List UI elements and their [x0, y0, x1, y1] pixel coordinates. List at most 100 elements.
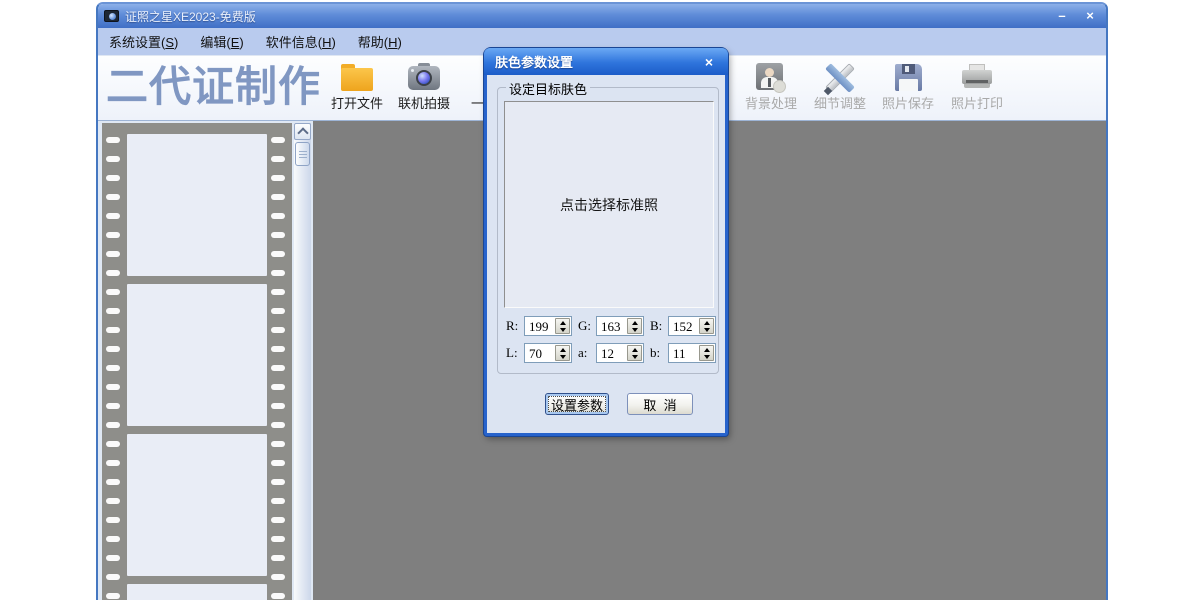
- toolbar-button-background[interactable]: 背景处理: [731, 59, 811, 119]
- skin-color-settings-dialog: 肤色参数设置 × 设定目标肤色 点击选择标准照 R: 199 G: 163 B:: [484, 48, 728, 436]
- film-perforation: [106, 213, 120, 219]
- film-perforation: [106, 422, 120, 428]
- window-titlebar[interactable]: 证照之星XE2023-免费版 – ×: [98, 4, 1106, 28]
- filmstrip: [102, 123, 292, 600]
- film-perforation: [106, 384, 120, 390]
- arrow-up-icon: [632, 348, 638, 352]
- scrollbar-thumb[interactable]: [295, 142, 310, 166]
- film-perforation: [271, 574, 285, 580]
- cancel-button[interactable]: 取 消: [627, 393, 693, 415]
- film-perforation: [106, 365, 120, 371]
- filmstrip-frame: [127, 584, 267, 600]
- arrow-up-icon: [632, 321, 638, 325]
- menu-item-edit[interactable]: 编辑(E): [197, 30, 246, 53]
- spinner-a: a: 12: [578, 343, 644, 363]
- camera-icon: [408, 63, 440, 92]
- film-perforation: [106, 403, 120, 409]
- film-perforation: [271, 384, 285, 390]
- arrow-down-icon: [560, 355, 566, 359]
- chevron-up-icon: [297, 127, 308, 138]
- spinner-B-value[interactable]: 152: [669, 317, 698, 335]
- film-perforation: [106, 137, 120, 143]
- sidebar-scrollbar[interactable]: [294, 123, 311, 600]
- film-perforation: [271, 517, 285, 523]
- film-perforation: [271, 536, 285, 542]
- spinner-G-value[interactable]: 163: [597, 317, 626, 335]
- arrow-down-icon: [632, 328, 638, 332]
- film-perforation: [271, 346, 285, 352]
- film-perforation-column: [106, 137, 120, 600]
- menu-item-help[interactable]: 帮助(H): [355, 30, 405, 53]
- spinner-b-value[interactable]: 11: [669, 344, 698, 362]
- menu-item-system-settings[interactable]: 系统设置(S): [106, 30, 181, 53]
- floppy-save-icon: [895, 64, 922, 91]
- film-perforation: [106, 232, 120, 238]
- spinner-G-arrows[interactable]: [627, 318, 642, 334]
- scroll-up-button[interactable]: [294, 123, 311, 140]
- focus-ring: [548, 396, 606, 412]
- menu-item-software-info[interactable]: 软件信息(H): [263, 30, 339, 53]
- spinner-b-arrows[interactable]: [699, 345, 714, 361]
- film-perforation: [271, 365, 285, 371]
- set-parameters-button[interactable]: 设置参数: [545, 393, 609, 415]
- app-camera-icon: [104, 10, 119, 22]
- film-perforation: [271, 593, 285, 599]
- arrow-up-icon: [560, 348, 566, 352]
- film-perforation: [271, 422, 285, 428]
- film-perforation: [271, 555, 285, 561]
- thumbnail-sidebar: [98, 121, 313, 600]
- film-perforation: [271, 194, 285, 200]
- film-perforation: [106, 517, 120, 523]
- film-perforation: [106, 536, 120, 542]
- minimize-icon[interactable]: –: [1052, 6, 1072, 26]
- spinner-R-value[interactable]: 199: [525, 317, 554, 335]
- toolbar-button-save-photo[interactable]: 照片保存: [868, 59, 948, 119]
- arrow-down-icon: [704, 355, 710, 359]
- film-perforation: [106, 498, 120, 504]
- spinner-B: B: 152: [650, 316, 716, 336]
- film-perforation: [271, 403, 285, 409]
- spinner-b: b: 11: [650, 343, 716, 363]
- dialog-title: 肤色参数设置: [495, 52, 573, 71]
- film-perforation: [106, 441, 120, 447]
- film-perforation: [271, 156, 285, 162]
- film-perforation: [271, 251, 285, 257]
- film-perforation: [106, 175, 120, 181]
- spinner-G: G: 163: [578, 316, 644, 336]
- film-perforation: [271, 232, 285, 238]
- toolbar-button-camera-capture[interactable]: 联机拍摄: [384, 59, 464, 119]
- spinner-R-arrows[interactable]: [555, 318, 570, 334]
- spinner-R: R: 199: [506, 316, 572, 336]
- dialog-close-icon[interactable]: ×: [701, 54, 717, 70]
- film-perforation: [271, 137, 285, 143]
- standard-photo-picker[interactable]: 点击选择标准照: [504, 101, 714, 308]
- film-perforation: [271, 441, 285, 447]
- film-perforation: [106, 327, 120, 333]
- spinner-a-arrows[interactable]: [627, 345, 642, 361]
- spinner-L-arrows[interactable]: [555, 345, 570, 361]
- groupbox-label: 设定目标肤色: [506, 79, 590, 98]
- arrow-down-icon: [560, 328, 566, 332]
- filmstrip-frame: [127, 134, 267, 276]
- film-perforation: [106, 574, 120, 580]
- spinner-a-value[interactable]: 12: [597, 344, 626, 362]
- spinner-L-value[interactable]: 70: [525, 344, 554, 362]
- picker-hint-text: 点击选择标准照: [560, 195, 658, 215]
- close-icon[interactable]: ×: [1080, 6, 1100, 26]
- film-perforation: [106, 289, 120, 295]
- film-perforation: [271, 289, 285, 295]
- spinner-B-arrows[interactable]: [699, 318, 714, 334]
- film-perforation: [106, 308, 120, 314]
- arrow-up-icon: [704, 321, 710, 325]
- folder-icon: [341, 64, 373, 91]
- film-perforation: [106, 593, 120, 599]
- toolbar-button-print-photo[interactable]: 照片打印: [937, 59, 1017, 119]
- dialog-titlebar[interactable]: 肤色参数设置 ×: [484, 48, 728, 75]
- pencil-ruler-icon: [824, 62, 856, 94]
- film-perforation: [106, 460, 120, 466]
- filmstrip-frame: [127, 284, 267, 426]
- arrow-down-icon: [704, 328, 710, 332]
- film-perforation: [271, 498, 285, 504]
- target-skin-groupbox: 设定目标肤色 点击选择标准照 R: 199 G: 163 B: 152: [497, 87, 719, 374]
- film-perforation: [271, 327, 285, 333]
